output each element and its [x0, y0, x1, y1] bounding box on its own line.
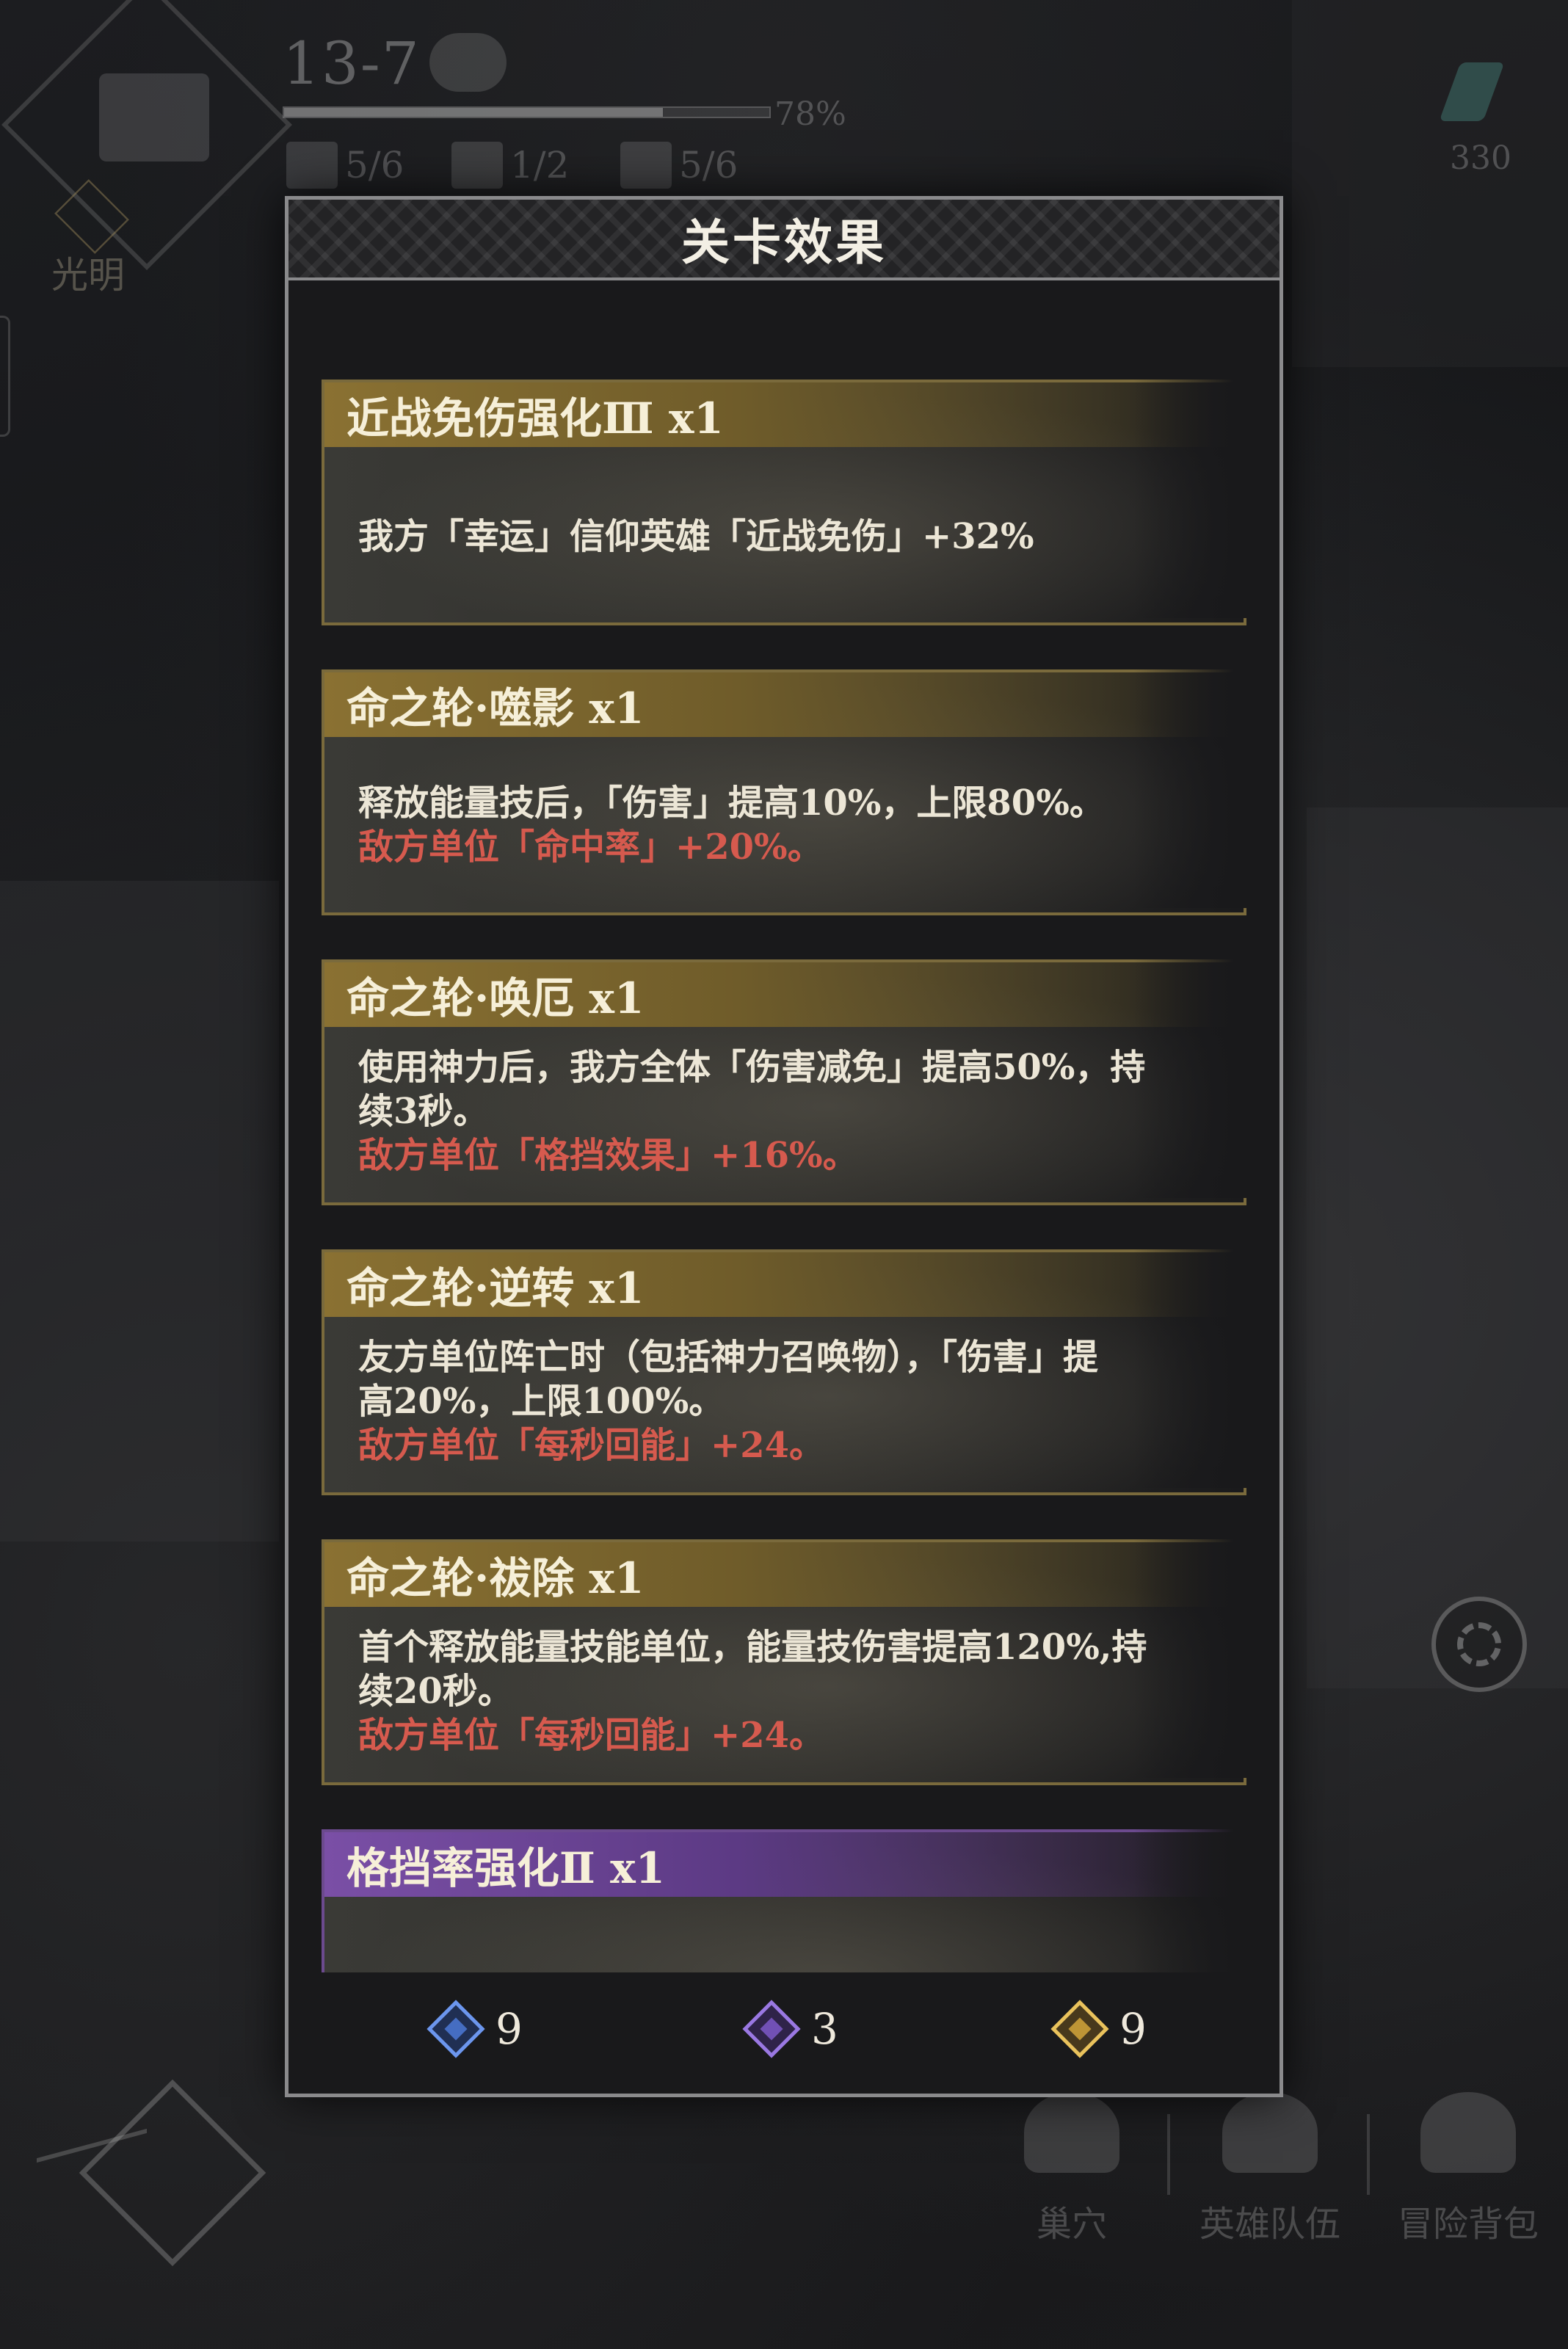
resource-count: 9 — [1119, 2004, 1147, 2054]
resource-count: 9 — [496, 2004, 523, 2054]
faction-label: 光明 — [51, 254, 125, 297]
effect-description: 友方单位阵亡时（包括神力召唤物），「伤害」提 高20%，上限100%。 敌方单位… — [324, 1317, 1244, 1467]
effect-card-header: 命之轮·祓除 x1 — [324, 1542, 1244, 1607]
effect-title: 命之轮·祓除 x1 — [346, 1553, 645, 1603]
stage-effects-modal: 关卡效果 近战免伤强化Ⅲ x1 我方「幸运」信仰英雄「近战免伤」+32% 命之轮… — [285, 196, 1283, 2097]
effect-card: 命之轮·逆转 x1 友方单位阵亡时（包括神力召唤物），「伤害」提 高20%，上限… — [322, 1248, 1251, 1495]
effects-scroll-area[interactable]: 近战免伤强化Ⅲ x1 我方「幸运」信仰英雄「近战免伤」+32% 命之轮·噬影 x… — [288, 284, 1280, 1972]
stat-battles-value: 5/6 — [345, 144, 404, 186]
backpack-icon — [1420, 2092, 1516, 2173]
stage-progress-text: 78% — [774, 95, 846, 133]
resource-blue: 9 — [427, 2000, 523, 2058]
effect-line: 我方「幸运」信仰英雄「近战免伤」+32% — [358, 516, 1034, 557]
effect-line: 高20%，上限100%。 — [358, 1381, 725, 1422]
effect-description: 释放能量技后，「伤害」提高10%，上限80%。 敌方单位「命中率」+20%。 — [324, 737, 1244, 869]
effect-card: 近战免伤强化Ⅲ x1 我方「幸运」信仰英雄「近战免伤」+32% — [322, 378, 1251, 625]
resource-count: 3 — [811, 2004, 838, 2054]
effect-card: 格挡率强化Ⅱ x1 — [322, 1828, 1251, 1972]
background-wall — [0, 881, 279, 1542]
effect-line: 续3秒。 — [358, 1091, 489, 1132]
enemy-effect-line: 敌方单位「命中率」+20%。 — [358, 827, 823, 868]
stat-scrolls: 5/6 — [620, 136, 738, 195]
card-fade — [1133, 958, 1251, 1198]
right-counter: 330 — [1450, 139, 1511, 177]
effect-card-header: 命之轮·唤厄 x1 — [324, 962, 1244, 1027]
blue-gem-icon — [427, 2000, 485, 2058]
menu-nest-label: 巢穴 — [1036, 2204, 1107, 2245]
background-stairs — [1307, 807, 1568, 1688]
resource-bar: 9 3 9 — [288, 1976, 1280, 2086]
background-building — [1292, 0, 1568, 367]
modal-header: 关卡效果 — [288, 200, 1280, 280]
effect-title: 命之轮·逆转 x1 — [346, 1263, 645, 1313]
map-flag-icon — [99, 73, 209, 161]
effect-card-header: 命之轮·噬影 x1 — [324, 672, 1244, 737]
resource-gold: 9 — [1050, 2000, 1147, 2058]
card-fade — [1133, 378, 1251, 618]
stat-chests-value: 1/2 — [510, 144, 570, 186]
gear-wheel-icon — [1457, 1622, 1501, 1666]
stage-progress-fill — [284, 108, 663, 117]
effect-card: 命之轮·噬影 x1 释放能量技后，「伤害」提高10%，上限80%。 敌方单位「命… — [322, 668, 1251, 915]
auto-battle-button[interactable] — [1431, 1597, 1527, 1692]
enemy-effect-line: 敌方单位「每秒回能」+24。 — [358, 1715, 825, 1756]
nest-icon — [1024, 2092, 1119, 2173]
purple-gem-icon — [742, 2000, 801, 2058]
menu-hero-team-label: 英雄队伍 — [1199, 2204, 1340, 2245]
effect-card-header: 命之轮·逆转 x1 — [324, 1252, 1244, 1317]
resource-purple: 3 — [742, 2000, 838, 2058]
effect-description: 使用神力后，我方全体「伤害减免」提高50%，持 续3秒。 敌方单位「格挡效果」+… — [324, 1027, 1244, 1177]
stat-battles: 5/6 — [286, 136, 404, 195]
effect-title: 命之轮·唤厄 x1 — [346, 973, 645, 1023]
card-fade — [1133, 1538, 1251, 1778]
effect-description: 我方「幸运」信仰英雄「近战免伤」+32% — [324, 447, 1244, 559]
effect-line: 释放能量技后，「伤害」提高10%，上限80%。 — [358, 783, 1105, 824]
stat-scrolls-value: 5/6 — [679, 144, 738, 186]
effect-title: 格挡率强化Ⅱ x1 — [346, 1843, 666, 1893]
modal-title: 关卡效果 — [681, 214, 887, 271]
effect-card: 命之轮·祓除 x1 首个释放能量技能单位，能量技伤害提高120%,持 续20秒。… — [322, 1538, 1251, 1785]
menu-hero-team-button[interactable]: 英雄队伍 — [1189, 2092, 1351, 2246]
effect-description: 首个释放能量技能单位，能量技伤害提高120%,持 续20秒。 敌方单位「每秒回能… — [324, 1607, 1244, 1757]
crossed-swords-icon — [286, 142, 338, 189]
enemy-effect-line: 敌方单位「每秒回能」+24。 — [358, 1425, 825, 1466]
stat-chests: 1/2 — [451, 136, 569, 195]
stage-number: 13-7 — [283, 29, 421, 98]
card-fade — [1133, 668, 1251, 908]
gold-gem-icon — [1050, 2000, 1109, 2058]
menu-divider — [1367, 2114, 1370, 2195]
effect-line: 使用神力后，我方全体「伤害减免」提高50%，持 — [358, 1047, 1146, 1088]
chest-icon — [451, 142, 503, 189]
effect-title: 命之轮·噬影 x1 — [346, 683, 645, 733]
effect-line: 续20秒。 — [358, 1671, 513, 1712]
card-fade — [1133, 1828, 1251, 1972]
effects-list: 近战免伤强化Ⅲ x1 我方「幸运」信仰英雄「近战免伤」+32% 命之轮·噬影 x… — [322, 378, 1268, 1972]
effect-line: 首个释放能量技能单位，能量技伤害提高120%,持 — [358, 1627, 1147, 1668]
effect-card-header: 近战免伤强化Ⅲ x1 — [324, 382, 1244, 447]
hero-team-icon — [1222, 2092, 1318, 2173]
book-icon[interactable] — [429, 33, 507, 92]
scroll-icon — [620, 142, 672, 189]
stage-progress-bar — [283, 106, 771, 118]
card-fade — [1133, 1248, 1251, 1488]
enemy-effect-line: 敌方单位「格挡效果」+16%。 — [358, 1135, 858, 1176]
effect-line: 友方单位阵亡时（包括神力召唤物），「伤害」提 — [358, 1337, 1099, 1378]
effect-card-header: 格挡率强化Ⅱ x1 — [324, 1832, 1244, 1897]
effect-title: 近战免伤强化Ⅲ x1 — [346, 393, 724, 443]
side-panel-handle[interactable] — [0, 316, 10, 437]
menu-backpack-label: 冒险背包 — [1397, 2204, 1539, 2245]
effect-card: 命之轮·唤厄 x1 使用神力后，我方全体「伤害减免」提高50%，持 续3秒。 敌… — [322, 958, 1251, 1205]
menu-backpack-button[interactable]: 冒险背包 — [1387, 2092, 1549, 2246]
menu-divider — [1167, 2114, 1170, 2195]
menu-nest-button[interactable]: 巢穴 — [991, 2092, 1153, 2246]
